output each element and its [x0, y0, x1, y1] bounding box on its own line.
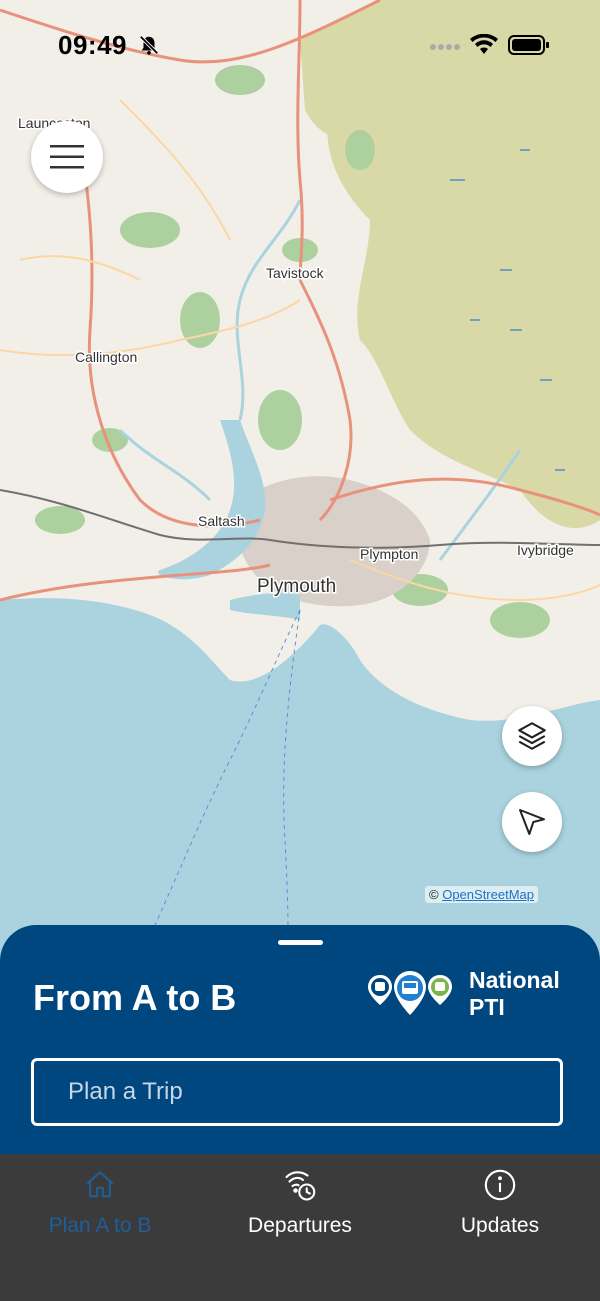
openstreetmap-link[interactable]: OpenStreetMap: [442, 887, 534, 902]
map-label-ivybridge: Ivybridge: [517, 542, 574, 558]
sheet-drag-handle[interactable]: [278, 940, 323, 945]
status-bar: 09:49: [0, 0, 600, 90]
status-time: 09:49: [58, 30, 127, 60]
wifi-icon: [470, 34, 498, 54]
map-label-plympton: Plympton: [360, 546, 418, 562]
departures-icon: [285, 1171, 316, 1201]
map-label-tavistock: Tavistock: [266, 265, 325, 281]
tab-label-plan: Plan A to B: [48, 1214, 152, 1237]
brand-line-2: PTI: [469, 994, 505, 1020]
brand-line-1: National: [469, 967, 560, 993]
national-pti-logo-icon: [368, 971, 452, 1015]
map-label-callington: Callington: [75, 349, 137, 365]
signal-icon: [430, 44, 460, 50]
locate-me-button[interactable]: [502, 792, 562, 852]
bell-muted-icon: [139, 35, 159, 55]
tab-label-departures: Departures: [248, 1214, 352, 1237]
map-attribution: © OpenStreetMap: [425, 886, 538, 903]
map-label-saltash: Saltash: [198, 513, 245, 529]
copyright-symbol: ©: [429, 887, 439, 902]
sheet-title: From A to B: [33, 977, 237, 1018]
hamburger-icon: [50, 145, 84, 169]
tab-departures[interactable]: Departures: [200, 1154, 400, 1254]
tab-label-updates: Updates: [460, 1214, 540, 1237]
menu-button[interactable]: [31, 121, 103, 193]
home-icon: [86, 1171, 114, 1198]
map-layers-button[interactable]: [502, 706, 562, 766]
map-label-plymouth: Plymouth: [257, 576, 336, 597]
tab-plan-a-to-b[interactable]: Plan A to B: [0, 1154, 200, 1254]
info-icon: [484, 1169, 516, 1201]
layers-icon: [518, 722, 546, 750]
tab-updates[interactable]: Updates: [400, 1154, 600, 1254]
battery-icon: [508, 35, 549, 55]
national-pti-brand: National PTI: [469, 967, 560, 1021]
plan-trip-input[interactable]: [31, 1058, 563, 1126]
location-arrow-icon: [519, 809, 545, 835]
trip-planner-sheet: From A to B National PTI: [0, 925, 600, 1165]
tab-bar: Plan A to B Departures Updates: [0, 1154, 600, 1301]
